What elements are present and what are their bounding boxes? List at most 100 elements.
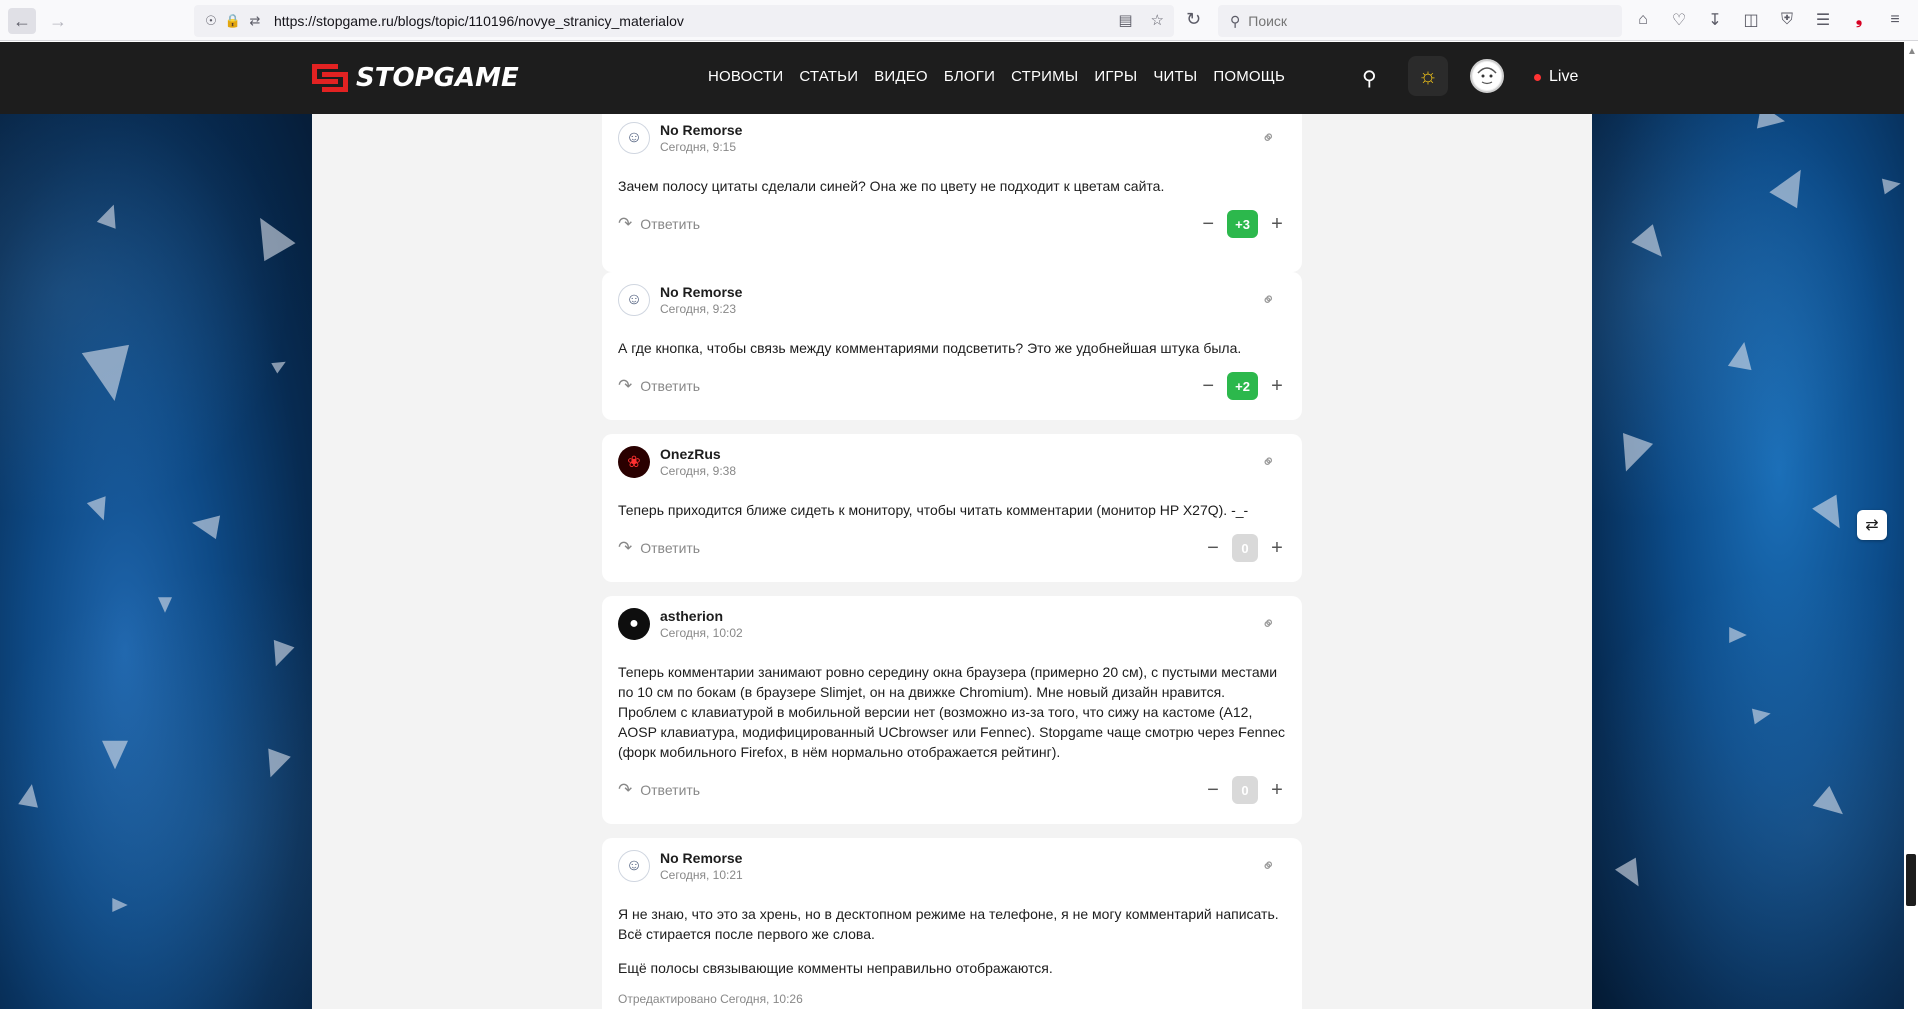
author-avatar[interactable]: ☺ [618,284,650,316]
nav-games[interactable]: ИГРЫ [1094,68,1137,85]
comment-author[interactable]: No Remorse [660,284,742,300]
site-header: STOPGAME НОВОСТИ СТАТЬИ ВИДЕО БЛОГИ СТРИ… [0,42,1918,114]
scroll-thumb[interactable] [1906,854,1916,906]
vote-score: +3 [1227,210,1258,238]
reload-icon[interactable]: ↻ [1186,9,1201,30]
page-scrollbar[interactable]: ▲ [1904,42,1918,1009]
reply-button[interactable]: ↷ Ответить [618,376,700,396]
user-avatar[interactable] [1470,59,1504,93]
menu-icon[interactable]: ≡ [1884,9,1906,31]
permalink-chain-icon[interactable]: ⚭ [1257,612,1281,636]
vote-score: 0 [1232,776,1258,804]
reply-arrow-icon: ↷ [618,376,633,395]
url-text[interactable]: https://stopgame.ru/blogs/topic/110196/n… [274,13,684,29]
reply-label: Ответить [640,782,701,798]
scroll-up-arrow-icon[interactable]: ▲ [1907,46,1917,57]
permalink-chain-icon[interactable]: ⚭ [1257,450,1281,474]
stopgame-logo[interactable]: STOPGAME [310,60,519,96]
sketch-face-icon [1473,62,1501,90]
logo-text: STOPGAME [356,63,519,93]
main-nav: НОВОСТИ СТАТЬИ ВИДЕО БЛОГИ СТРИМЫ ИГРЫ Ч… [708,68,1285,85]
permalink-chain-icon[interactable]: ⚭ [1257,126,1281,150]
vote-widget: − +3 + [1199,210,1286,238]
comment-author[interactable]: No Remorse [660,122,742,138]
comment-paragraph: Я не знаю, что это за хрень, но в дескто… [618,906,1279,942]
sidebar-icon[interactable]: ◫ [1740,9,1762,31]
comment-card: ☺ No Remorse Сегодня, 10:21 ⚭ Я не знаю,… [602,838,1302,1009]
comment-card: ❀ OnezRus Сегодня, 9:38 ⚭ Теперь приходи… [602,434,1302,582]
back-arrow-icon[interactable]: ← [8,8,36,34]
background-left [0,114,312,1009]
comment-author[interactable]: No Remorse [660,850,742,866]
comment-card: ☺ No Remorse Сегодня, 9:15 ⚭ Зачем полос… [602,114,1302,272]
comment-text: Теперь комментарии занимают ровно середи… [618,652,1286,762]
vote-up-plus-icon[interactable]: + [1268,211,1286,237]
edited-note: Отредактировано Сегодня, 10:26 [618,992,803,1006]
reply-button[interactable]: ↷ Ответить [618,538,700,558]
nav-articles[interactable]: СТАТЬИ [799,68,858,85]
ublock-icon[interactable]: ⛨ [1776,9,1798,31]
author-avatar[interactable]: ☺ [618,122,650,154]
reader-view-icon[interactable]: ▤ [1118,11,1132,29]
author-avatar[interactable]: ● [618,608,650,640]
comment-author[interactable]: OnezRus [660,446,721,462]
forward-arrow-icon[interactable]: → [44,8,72,34]
live-link[interactable]: Live [1534,68,1578,86]
vote-widget: − +2 + [1199,372,1286,400]
reply-button[interactable]: ↷ Ответить [618,214,700,234]
home-icon[interactable]: ⌂ [1632,9,1654,31]
permalink-chain-icon[interactable]: ⚭ [1257,854,1281,878]
nav-blogs[interactable]: БЛОГИ [944,68,995,85]
comment-time: Сегодня, 9:15 [660,140,737,154]
vote-up-plus-icon[interactable]: + [1268,535,1286,561]
nav-streams[interactable]: СТРИМЫ [1011,68,1078,85]
lock-icon[interactable]: 🔒 [222,13,244,29]
reply-label: Ответить [640,540,701,556]
comment-author[interactable]: astherion [660,608,723,624]
browser-search-input[interactable] [1248,13,1549,29]
vote-down-minus-icon[interactable]: − [1204,777,1222,803]
permalink-chain-icon[interactable]: ⚭ [1257,288,1281,312]
refresh-comments-icon[interactable]: ⇄ [1857,510,1887,540]
reply-arrow-icon: ↷ [618,780,633,799]
bookmark-star-icon[interactable]: ☆ [1151,11,1164,29]
comment-paragraph: А где кнопка, чтобы связь между коммента… [618,340,1242,356]
vote-down-minus-icon[interactable]: − [1204,535,1222,561]
search-icon: ⚲ [1230,12,1241,29]
comment-time: Сегодня, 9:23 [660,302,737,316]
site-search-icon[interactable]: ⚲ [1362,66,1377,91]
vote-down-minus-icon[interactable]: − [1199,211,1217,237]
vote-score: 0 [1232,534,1258,562]
browser-search-field[interactable]: ⚲ [1218,5,1622,37]
pocket-icon[interactable]: ♡ [1668,9,1690,31]
author-avatar[interactable]: ☺ [618,850,650,882]
shield-icon[interactable]: ☉ [200,13,222,29]
comment-card: ☺ No Remorse Сегодня, 9:23 ⚭ А где кнопк… [602,272,1302,420]
reply-button[interactable]: ↷ Ответить [618,780,700,800]
nav-news[interactable]: НОВОСТИ [708,68,783,85]
reply-arrow-icon: ↷ [618,214,633,233]
reply-arrow-icon: ↷ [618,538,633,557]
vote-widget: − 0 + [1204,534,1286,562]
extension-barcode-icon[interactable]: ☰ [1812,9,1834,31]
comments-area: ☺ No Remorse Сегодня, 9:15 ⚭ Зачем полос… [312,114,1592,1009]
comment-paragraph: Ещё полосы связывающие комменты неправил… [618,960,1053,976]
comment-time: Сегодня, 10:21 [660,868,743,882]
permissions-icon[interactable]: ⇄ [244,13,266,29]
vote-down-minus-icon[interactable]: − [1199,373,1217,399]
comment-text: А где кнопка, чтобы связь между коммента… [618,328,1286,358]
nav-help[interactable]: ПОМОЩЬ [1213,68,1285,85]
nav-video[interactable]: ВИДЕО [874,68,928,85]
comment-text: Зачем полосу цитаты сделали синей? Она ж… [618,166,1286,196]
nav-cheats[interactable]: ЧИТЫ [1153,68,1197,85]
author-avatar[interactable]: ❀ [618,446,650,478]
logo-mark-icon [310,60,352,96]
reply-label: Ответить [640,216,701,232]
extension-red-icon[interactable]: ❟ [1848,9,1870,31]
theme-toggle-sun-icon[interactable]: ☼ [1408,56,1448,96]
comment-paragraph: Теперь комментарии занимают ровно середи… [618,664,1286,760]
vote-up-plus-icon[interactable]: + [1268,777,1286,803]
vote-up-plus-icon[interactable]: + [1268,373,1286,399]
address-bar[interactable]: ☉ 🔒 ⇄ https://stopgame.ru/blogs/topic/11… [194,5,1174,37]
downloads-icon[interactable]: ↧ [1704,9,1726,31]
